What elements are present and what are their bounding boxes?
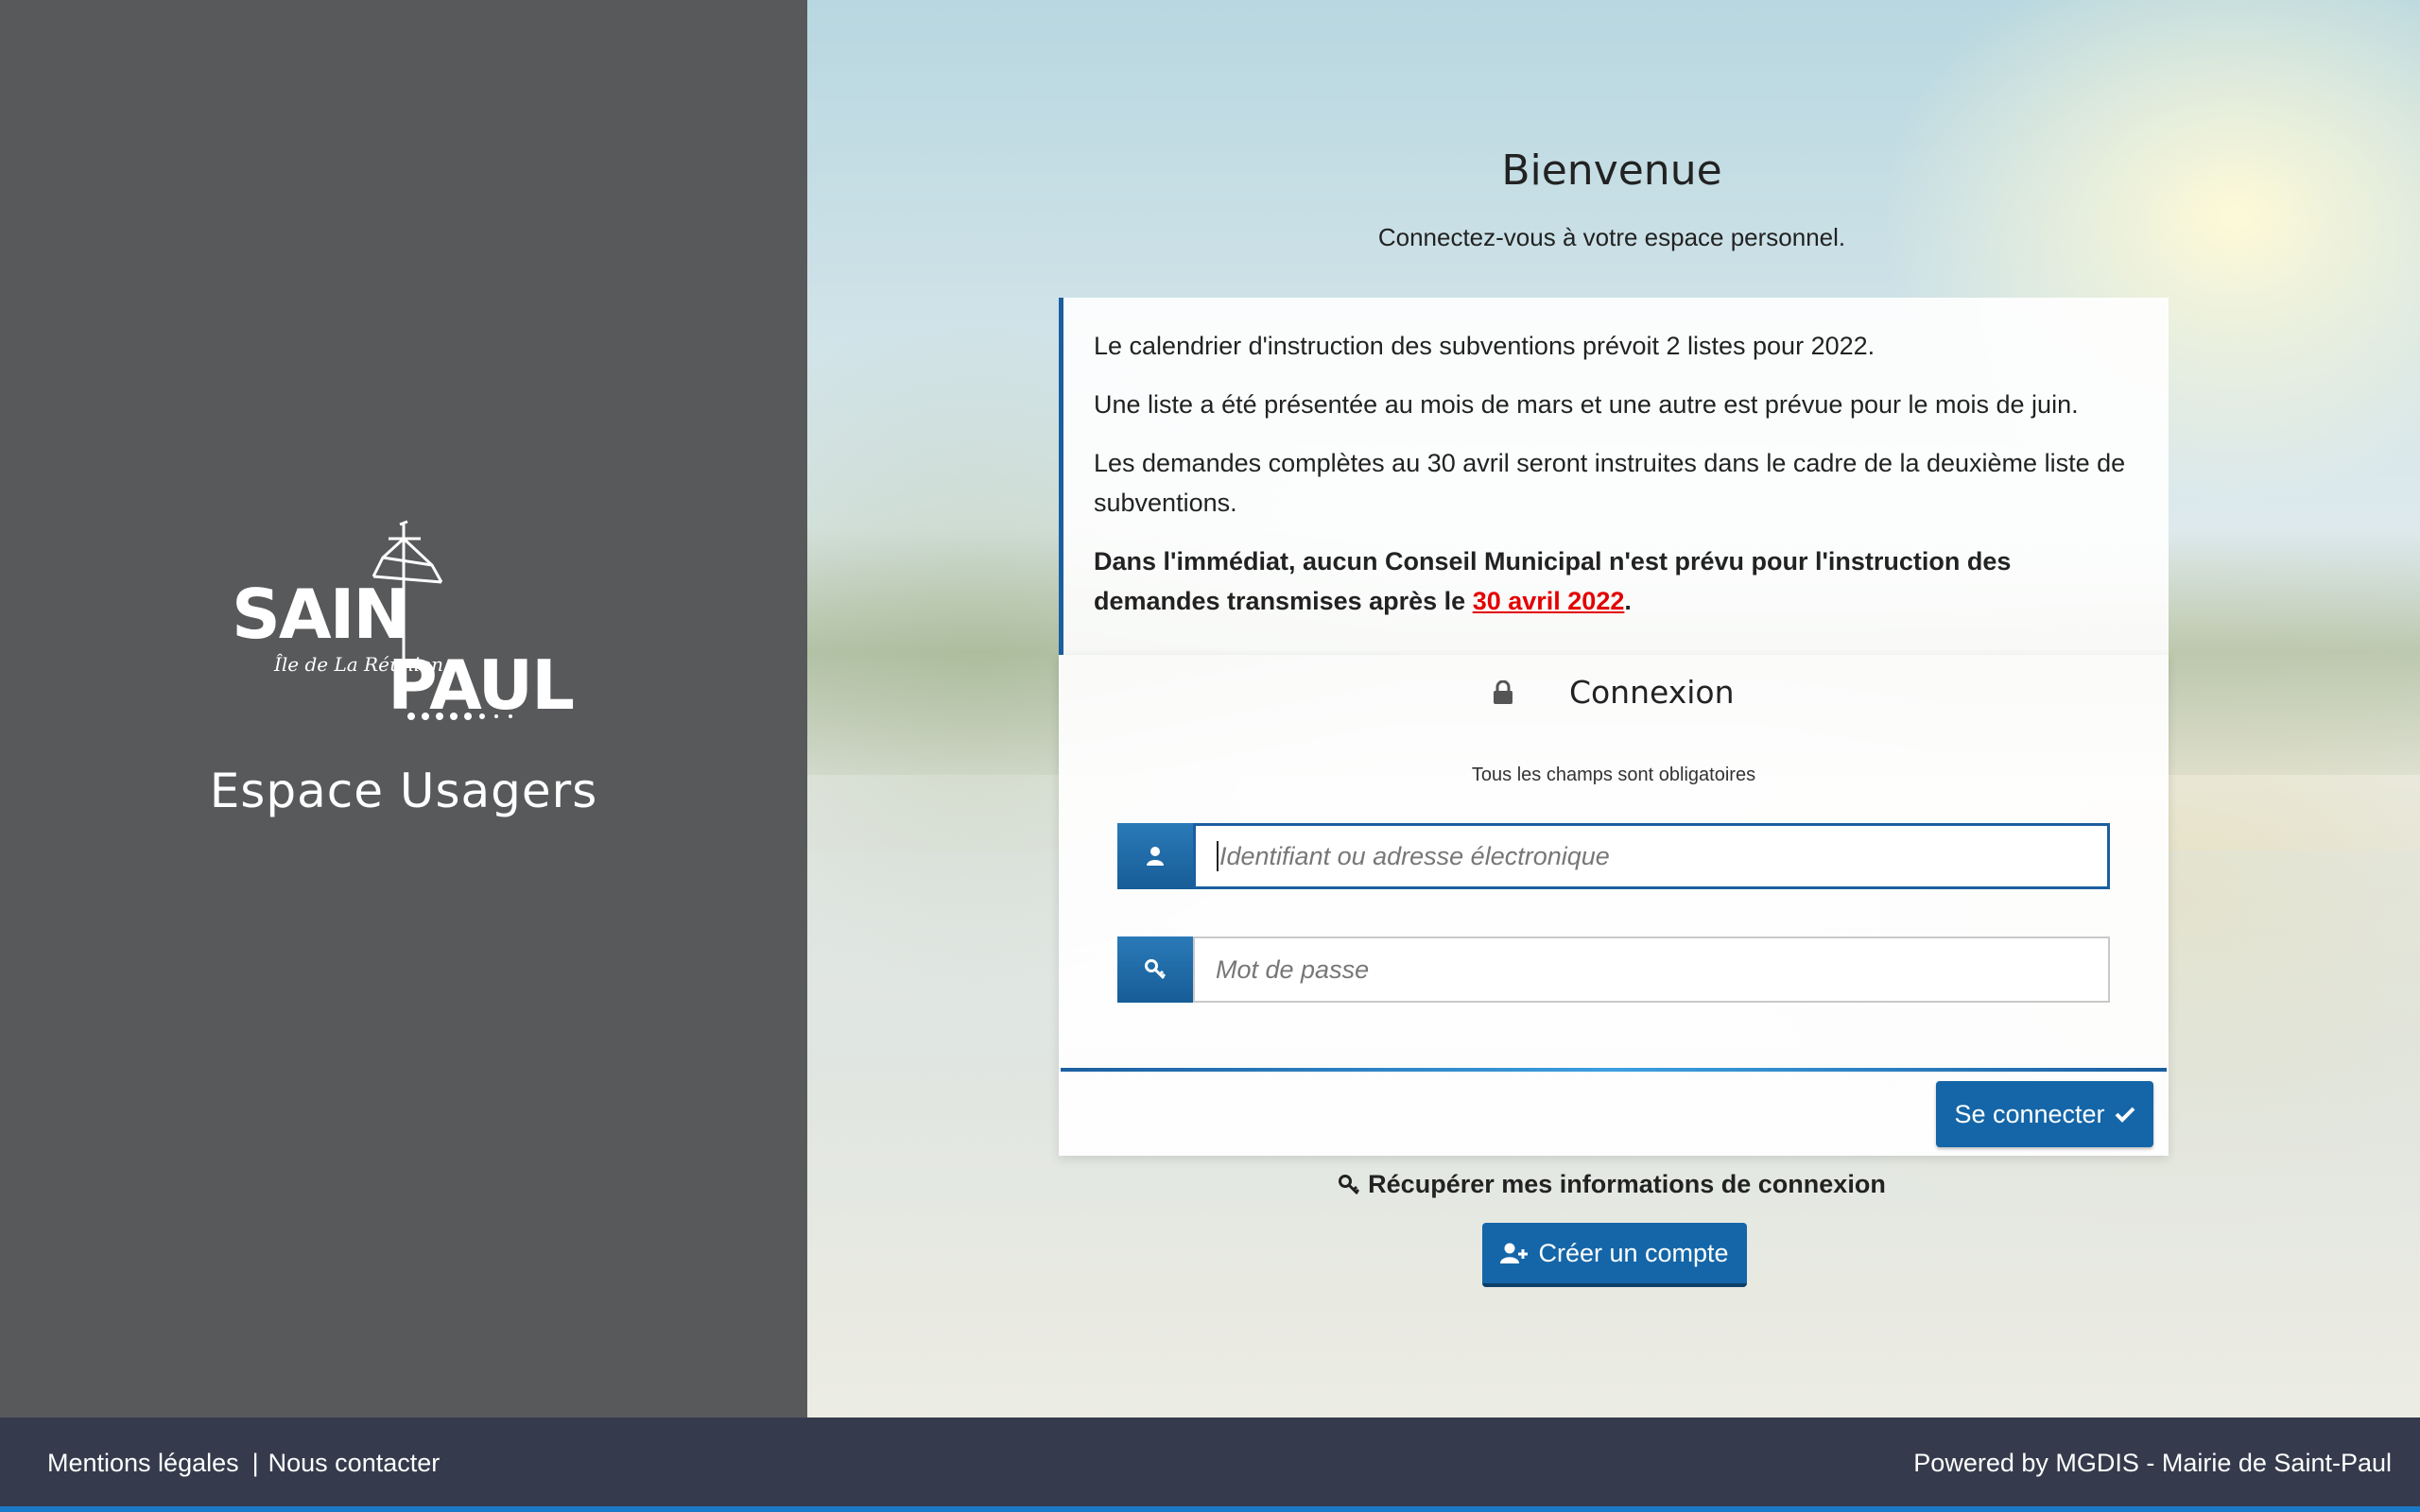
text-caret <box>1217 841 1219 871</box>
footer-accent-bar <box>0 1506 2420 1512</box>
welcome-subtitle: Connectez-vous à votre espace personnel. <box>1377 223 1846 251</box>
check-icon <box>2115 1107 2135 1123</box>
footer-links: Mentions légales | Nous contacter <box>47 1449 440 1478</box>
panel-divider <box>1061 1068 2167 1072</box>
username-row: Identifiant ou adresse électronique <box>1117 823 2110 889</box>
login-title: Connexion <box>1568 674 1735 711</box>
login-header: Connexion <box>1059 674 2169 711</box>
user-icon <box>1117 823 1193 889</box>
svg-text:SAIN: SAIN <box>232 575 408 654</box>
info-paragraph-1: Le calendrier d'instruction des subventi… <box>1094 332 1876 360</box>
espace-usagers-title: Espace Usagers <box>209 764 598 818</box>
footer-separator: | <box>251 1449 259 1477</box>
lock-icon <box>1493 676 1513 704</box>
add-user-icon <box>1500 1243 1529 1263</box>
saint-paul-logo: SAIN PAUL Île de La Réunion <box>222 520 581 728</box>
info-paragraph-4: Dans l'immédiat, aucun Conseil Municipal… <box>1094 541 2140 621</box>
deadline-link[interactable]: 30 avril 2022 <box>1473 587 1625 615</box>
username-placeholder: Identifiant ou adresse électronique <box>1219 841 1610 870</box>
login-submit-button[interactable]: Se connecter <box>1936 1081 2153 1147</box>
legal-notice-link[interactable]: Mentions légales <box>47 1449 239 1477</box>
username-input[interactable]: Identifiant ou adresse électronique <box>1193 823 2110 889</box>
required-fields-note: Tous les champs sont obligatoires <box>1471 765 1756 785</box>
login-panel: Connexion Tous les champs sont obligatoi… <box>1059 655 2169 1156</box>
create-account-label: Créer un compte <box>1538 1238 1729 1267</box>
welcome-title: Bienvenue <box>1501 146 1722 195</box>
contact-link[interactable]: Nous contacter <box>268 1449 441 1477</box>
login-submit-label: Se connecter <box>1954 1099 2105 1128</box>
info-paragraph-2: Une liste a été présentée au mois de mar… <box>1094 390 2079 419</box>
logo-graphic: SAIN PAUL Île de La Réunion <box>232 520 575 725</box>
recover-credentials-link[interactable]: Récupérer mes informations de connexion <box>1059 1170 2165 1199</box>
key-icon <box>1339 1174 1360 1194</box>
svg-text:Île de La Réunion: Île de La Réunion <box>273 653 443 676</box>
info-paragraph-4-end: . <box>1624 587 1632 615</box>
powered-by: Powered by MGDIS - Mairie de Saint-Paul <box>1913 1449 2392 1477</box>
password-row: Mot de passe <box>1117 936 2110 1003</box>
info-notice: Le calendrier d'instruction des subventi… <box>1059 298 2169 655</box>
footer: Mentions légales | Nous contacter Powered … <box>0 1418 2420 1512</box>
key-icon <box>1117 936 1193 1003</box>
password-input[interactable]: Mot de passe <box>1193 936 2110 1003</box>
password-placeholder: Mot de passe <box>1216 954 1370 984</box>
recover-credentials-label: Récupérer mes informations de connexion <box>1368 1170 1886 1198</box>
info-paragraph-3: Les demandes complètes au 30 avril seron… <box>1094 449 2126 517</box>
create-account-button[interactable]: Créer un compte <box>1482 1223 1747 1287</box>
sidebar: SAIN PAUL Île de La Réunion Espace Usage… <box>0 0 807 1418</box>
